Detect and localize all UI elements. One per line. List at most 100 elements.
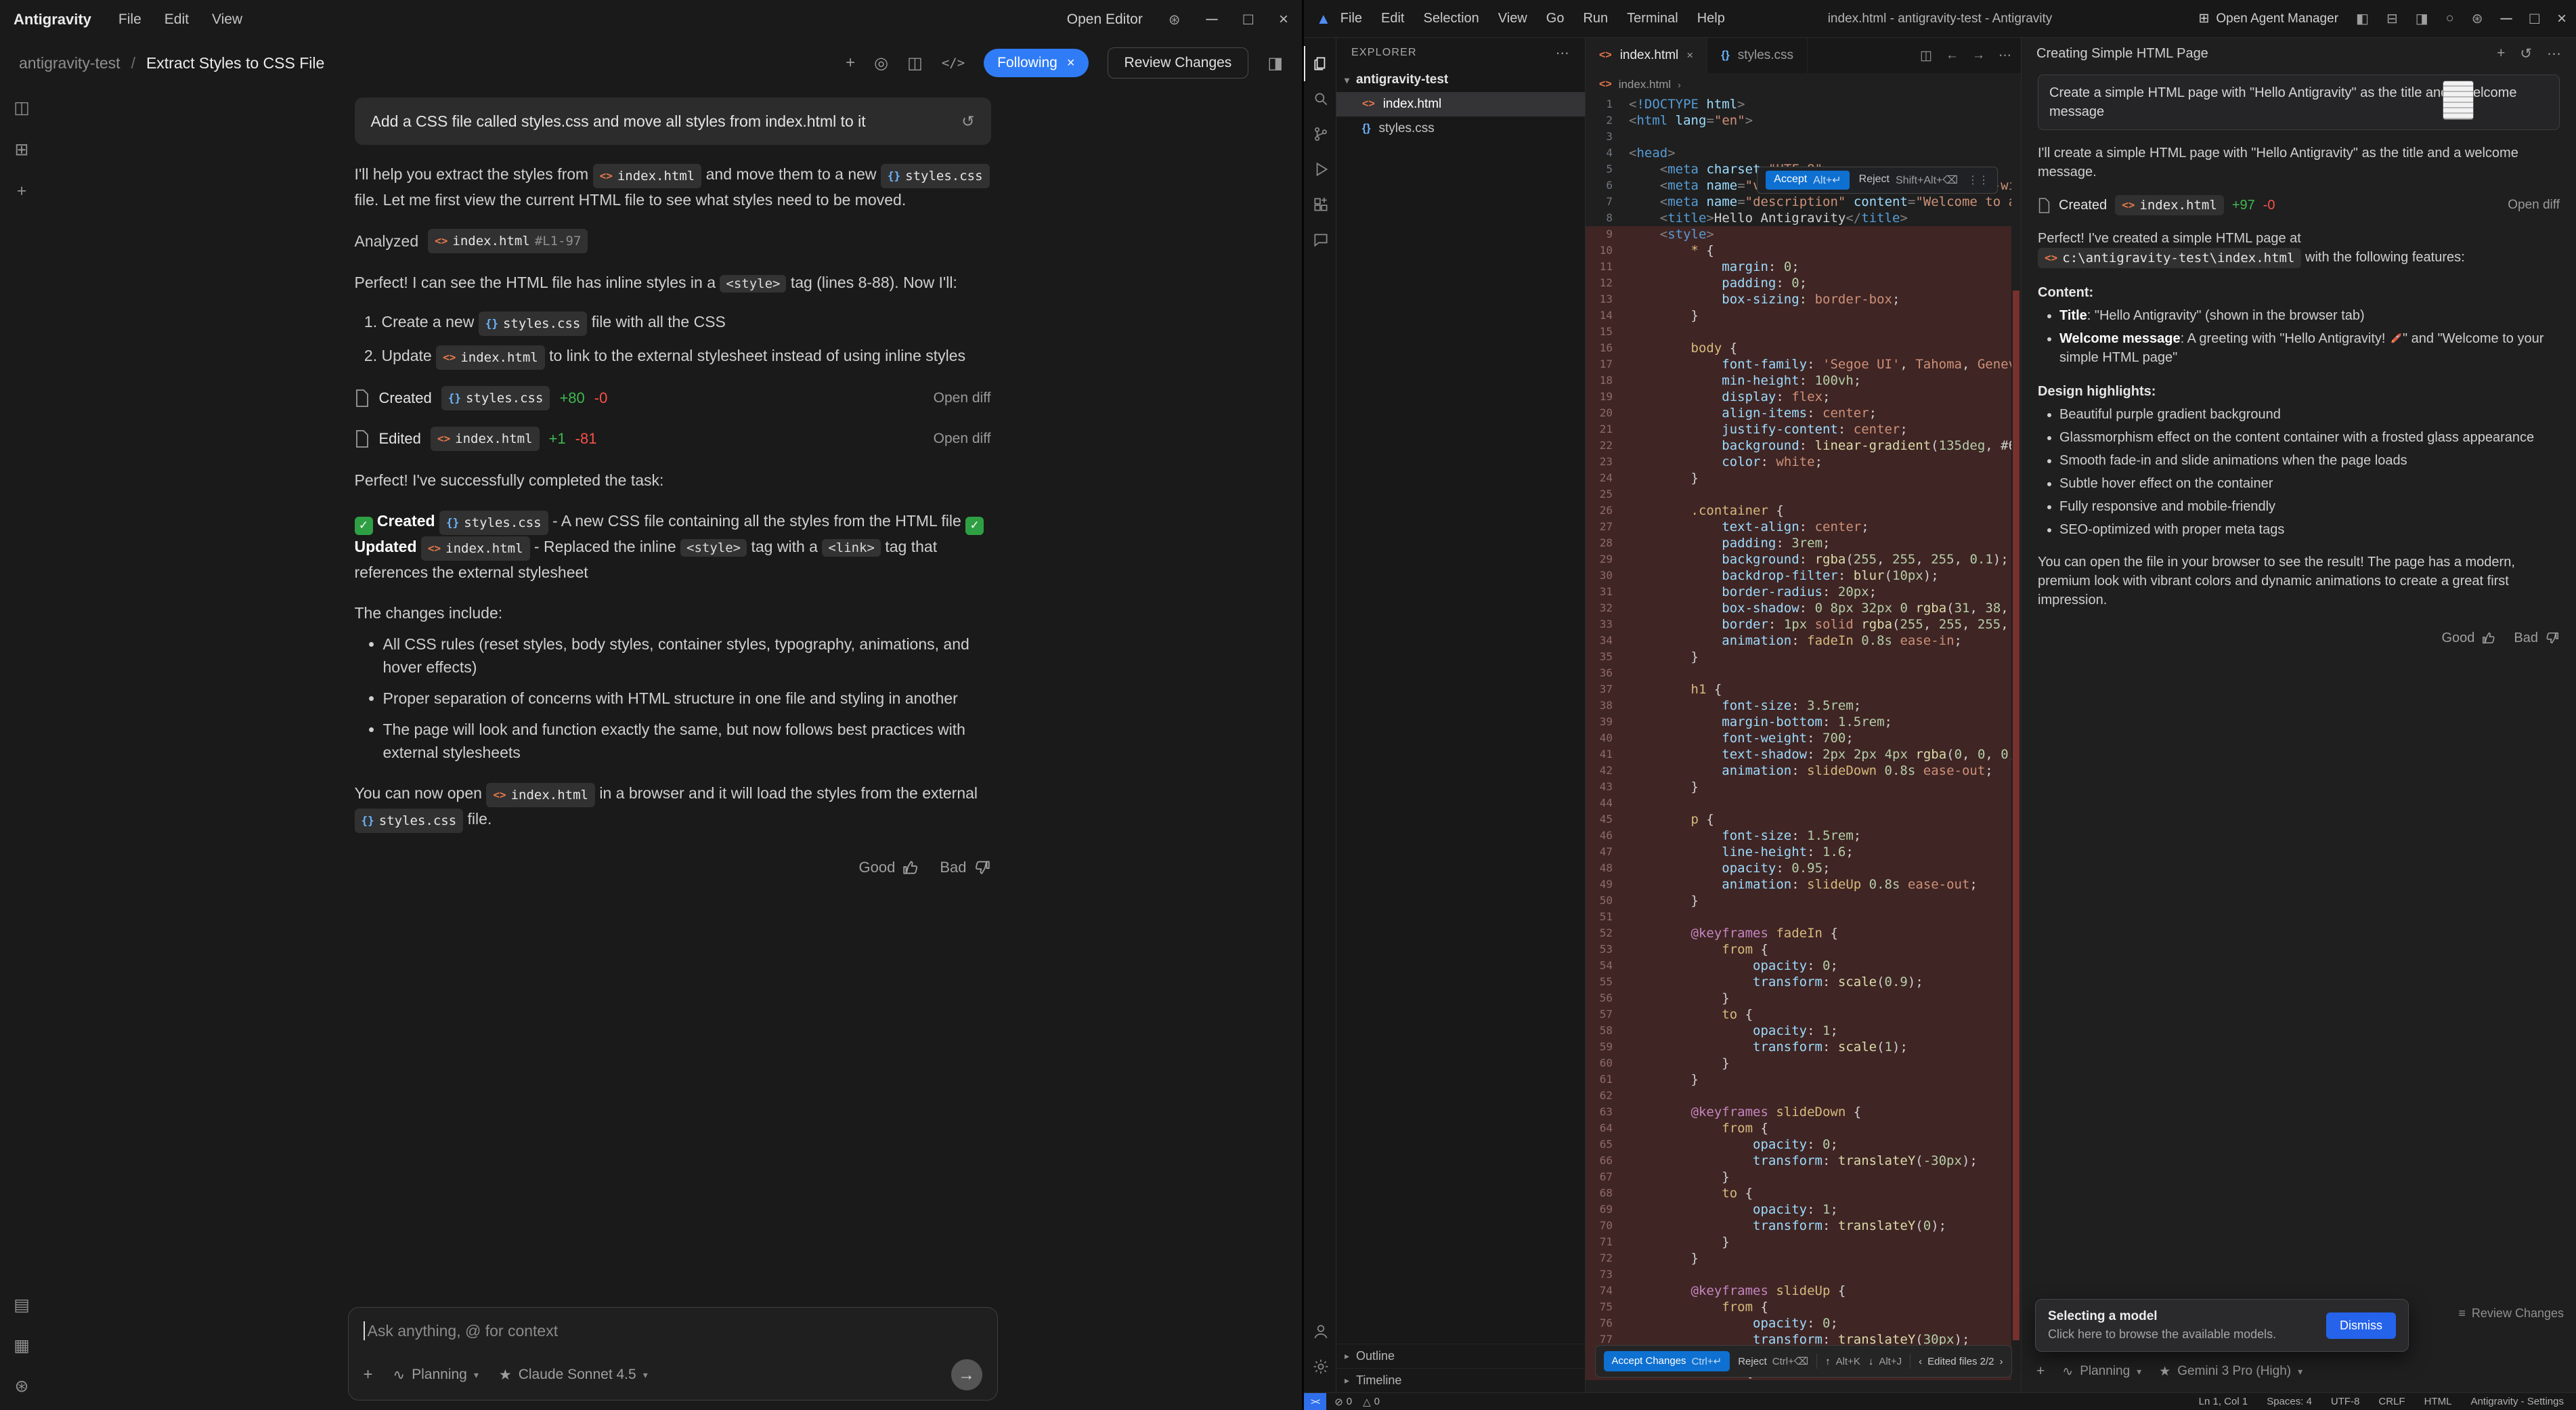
deleted-code-line[interactable]: 52 @keyframes fadeIn {	[1586, 925, 2021, 941]
deleted-code-line[interactable]: 14 }	[1586, 307, 2021, 324]
search-activity-icon[interactable]	[1304, 81, 1336, 116]
settings-gear-icon[interactable]: ⊛	[2472, 10, 2483, 27]
deleted-code-line[interactable]: 59 transform: scale(1);	[1586, 1039, 2021, 1055]
deleted-code-line[interactable]: 15	[1586, 324, 2021, 340]
retry-icon[interactable]: ↺	[961, 110, 974, 133]
tab-index-html[interactable]: <> index.html ×	[1586, 38, 1707, 73]
language-mode[interactable]: HTML	[2424, 1396, 2452, 1407]
deleted-code-line[interactable]: 71 }	[1586, 1234, 2021, 1250]
close-icon[interactable]: ×	[1067, 56, 1075, 71]
deleted-code-line[interactable]: 42 animation: slideDown 0.8s ease-out;	[1586, 763, 2021, 779]
previous-change-button[interactable]: ↑Alt+K	[1825, 1356, 1860, 1367]
file-chip[interactable]: <>index.html	[2115, 195, 2224, 215]
tab-styles-css[interactable]: {} styles.css	[1707, 38, 1808, 73]
deleted-code-line[interactable]: 35 }	[1586, 649, 2021, 665]
deleted-code-line[interactable]: 53 from {	[1586, 941, 2021, 958]
file-chip[interactable]: <>index.html	[436, 345, 545, 370]
deleted-code-line[interactable]: 30 backdrop-filter: blur(10px);	[1586, 568, 2021, 584]
workspace-root-folder[interactable]: ▾ antigravity-test	[1336, 68, 1585, 92]
conversation-title[interactable]: Extract Styles to CSS File	[146, 54, 324, 72]
eol-sequence[interactable]: CRLF	[2378, 1396, 2405, 1407]
code-line[interactable]: 8 <title>Hello Antigravity</title>	[1586, 210, 2021, 226]
attach-icon[interactable]: +	[364, 1365, 373, 1384]
model-selector[interactable]: ★ Gemini 3 Pro (High) ▾	[2159, 1364, 2302, 1380]
deleted-code-line[interactable]: 40 font-weight: 700;	[1586, 730, 2021, 746]
deleted-code-line[interactable]: 45 p {	[1586, 811, 2021, 828]
file-tree-item-index-html[interactable]: <> index.html	[1336, 92, 1585, 116]
good-feedback-button[interactable]: Good	[2441, 628, 2496, 647]
docs-icon[interactable]: ▤	[14, 1295, 30, 1315]
bad-feedback-button[interactable]: Bad	[2514, 628, 2560, 647]
deleted-code-line[interactable]: 33 border: 1px solid rgba(255, 255, 255,…	[1586, 616, 2021, 633]
minimap[interactable]	[2011, 96, 2021, 1392]
deleted-code-line[interactable]: 57 to {	[1586, 1006, 2021, 1023]
knowledge-icon[interactable]: ▦	[14, 1336, 30, 1356]
panel-left-icon[interactable]: ◧	[2356, 10, 2369, 27]
menu-selection[interactable]: Selection	[1423, 11, 1479, 26]
drag-handle-icon[interactable]: ⋮⋮	[1967, 173, 1989, 187]
review-changes-button[interactable]: Review Changes	[1108, 47, 1249, 79]
dismiss-button[interactable]: Dismiss	[2326, 1312, 2396, 1339]
deleted-code-line[interactable]: 74 @keyframes slideUp {	[1586, 1283, 2021, 1299]
deleted-code-line[interactable]: 68 to {	[1586, 1185, 2021, 1201]
deleted-code-line[interactable]: 67 }	[1586, 1169, 2021, 1185]
close-tab-icon[interactable]: ×	[1686, 49, 1693, 62]
open-in-editor-icon[interactable]: ◫	[907, 54, 923, 73]
code-line[interactable]: 7 <meta name="description" content="Welc…	[1586, 194, 2021, 210]
file-chip[interactable]: {}styles.css	[439, 511, 548, 535]
minimize-button[interactable]: ─	[2500, 9, 2512, 28]
chat-input-box[interactable]: Ask anything, @ for context + ∿ Planning…	[348, 1307, 998, 1401]
file-chip[interactable]: {}styles.css	[479, 312, 588, 336]
menu-help[interactable]: Help	[1697, 11, 1725, 26]
agent-conversation[interactable]: Create a simple HTML page with "Hello An…	[2022, 69, 2576, 1356]
workspace-name[interactable]: antigravity-test	[19, 54, 121, 72]
deleted-code-line[interactable]: 66 transform: translateY(-30px);	[1586, 1153, 2021, 1169]
edited-files-pager[interactable]: ‹ Edited files 2/2 ›	[1919, 1356, 2003, 1367]
panel-right-icon[interactable]: ◨	[2416, 10, 2428, 27]
file-chip[interactable]: {}styles.css	[881, 164, 990, 188]
more-actions-icon[interactable]: ⋯	[1556, 45, 1570, 62]
maximize-button[interactable]: □	[2529, 9, 2539, 28]
open-diff-button[interactable]: Open diff	[2508, 196, 2560, 215]
code-line[interactable]: 1<!DOCTYPE html>	[1586, 96, 2021, 112]
analyzed-file-row[interactable]: Analyzed <> index.html#L1-97	[355, 229, 991, 253]
deleted-code-line[interactable]: 54 opacity: 0;	[1586, 958, 2021, 974]
planning-mode-selector[interactable]: ∿ Planning ▾	[2062, 1364, 2141, 1380]
deleted-code-line[interactable]: 32 box-shadow: 0 8px 32px 0 rgba(31, 38,…	[1586, 600, 2021, 616]
inbox-icon[interactable]: ⊞	[15, 140, 29, 160]
extensions-activity-icon[interactable]	[1304, 187, 1336, 222]
new-chat-icon[interactable]: +	[17, 181, 27, 201]
file-chip[interactable]: {}styles.css	[441, 386, 550, 410]
deleted-code-line[interactable]: 56 }	[1586, 990, 2021, 1006]
deleted-code-line[interactable]: 20 align-items: center;	[1586, 405, 2021, 421]
run-debug-activity-icon[interactable]	[1304, 152, 1336, 187]
deleted-code-line[interactable]: 41 text-shadow: 2px 2px 4px rgba(0, 0, 0…	[1586, 746, 2021, 763]
deleted-code-line[interactable]: 38 font-size: 3.5rem;	[1586, 698, 2021, 714]
planning-mode-selector[interactable]: ∿ Planning ▾	[393, 1367, 479, 1384]
cursor-position[interactable]: Ln 1, Col 1	[2199, 1396, 2248, 1407]
deleted-code-line[interactable]: 44	[1586, 795, 2021, 811]
panel-layout-icon[interactable]: ◨	[1267, 54, 1283, 73]
review-changes-button[interactable]: ≡ Review Changes	[2458, 1306, 2564, 1321]
menu-terminal[interactable]: Terminal	[1627, 11, 1678, 26]
file-chip[interactable]: <>index.html	[421, 536, 530, 561]
file-chip[interactable]: <>index.html	[486, 783, 595, 807]
deleted-code-line[interactable]: 27 text-align: center;	[1586, 519, 2021, 535]
deleted-code-line[interactable]: 19 display: flex;	[1586, 389, 2021, 405]
app-settings[interactable]: Antigravity - Settings	[2470, 1396, 2564, 1407]
deleted-code-line[interactable]: 62	[1586, 1088, 2021, 1104]
code-line[interactable]: 4<head>	[1586, 145, 2021, 161]
open-diff-button[interactable]: Open diff	[934, 387, 991, 410]
deleted-code-line[interactable]: 28 padding: 3rem;	[1586, 535, 2021, 551]
settings-gear-icon[interactable]	[1304, 1349, 1336, 1384]
file-chip[interactable]: <>index.html	[593, 164, 702, 188]
deleted-code-line[interactable]: 37 h1 {	[1586, 681, 2021, 698]
file-change-row[interactable]: Created {}styles.css +80 -0 Open diff	[355, 386, 991, 410]
deleted-code-line[interactable]: 58 opacity: 1;	[1586, 1023, 2021, 1039]
reject-diff-button[interactable]: Reject Shift+Alt+⌫	[1859, 173, 1958, 187]
deleted-code-line[interactable]: 26 .container {	[1586, 503, 2021, 519]
timeline-section[interactable]: ▸ Timeline	[1336, 1368, 1585, 1392]
deleted-code-line[interactable]: 48 opacity: 0.95;	[1586, 860, 2021, 876]
chat-activity-icon[interactable]	[1304, 222, 1336, 257]
deleted-code-line[interactable]: 60 }	[1586, 1055, 2021, 1071]
